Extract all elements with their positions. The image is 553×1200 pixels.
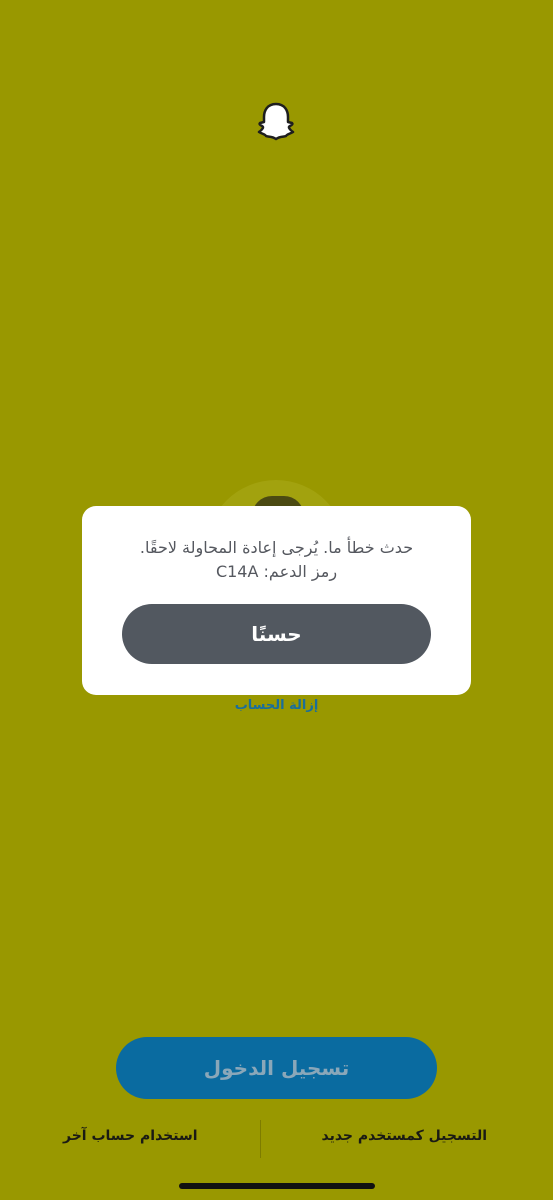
remove-account-link[interactable]: إزالة الحساب — [0, 698, 553, 713]
divider — [260, 1120, 261, 1158]
use-other-account-link[interactable]: استخدام حساب آخر — [63, 1128, 198, 1144]
login-screen: إزالة الحساب حدث خطأ ما. يُرجى إعادة الم… — [0, 0, 553, 1200]
bottom-links: التسجيل كمستخدم جديد استخدام حساب آخر — [0, 1120, 553, 1158]
support-code: رمز الدعم: C14A — [215, 562, 338, 581]
register-link[interactable]: التسجيل كمستخدم جديد — [321, 1128, 487, 1144]
error-message: حدث خطأ ما. يُرجى إعادة المحاولة لاحقًا.… — [102, 536, 451, 584]
error-dialog: حدث خطأ ما. يُرجى إعادة المحاولة لاحقًا.… — [82, 506, 471, 695]
ok-button[interactable]: حسنًا — [122, 604, 431, 664]
home-indicator[interactable] — [179, 1183, 375, 1189]
login-button[interactable]: تسجيل الدخول — [116, 1037, 437, 1099]
snapchat-ghost-icon — [257, 102, 295, 141]
error-message-line: حدث خطأ ما. يُرجى إعادة المحاولة لاحقًا. — [139, 538, 414, 557]
